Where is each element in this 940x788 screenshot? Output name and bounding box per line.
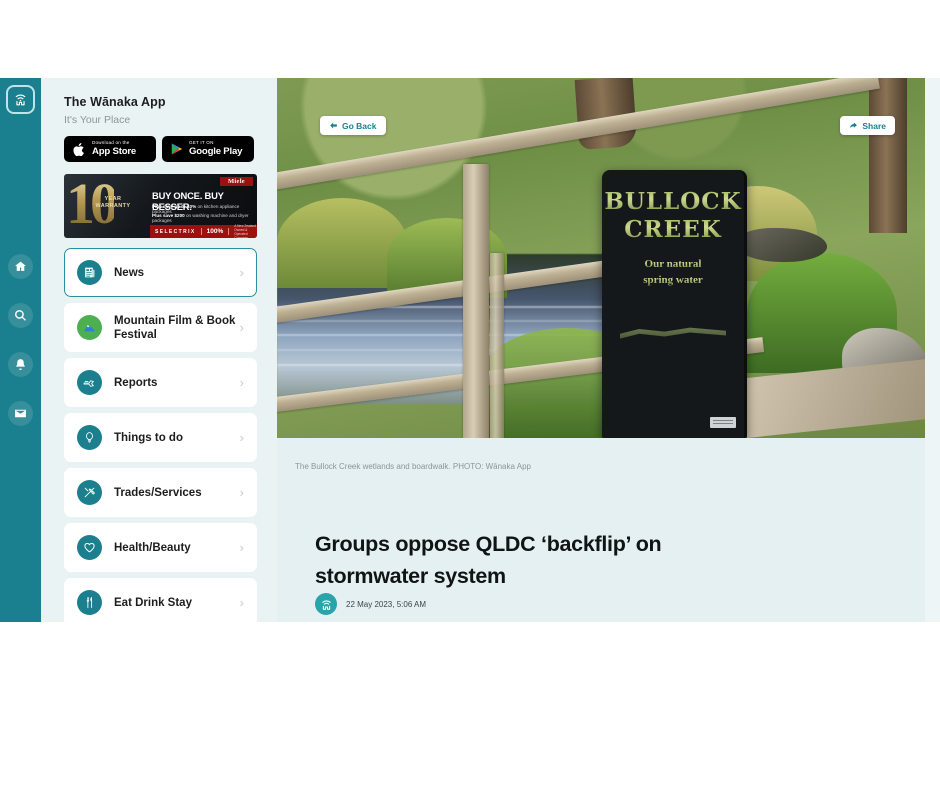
go-back-button[interactable]: Go Back — [320, 116, 386, 135]
ad-retailer-name: SELECTRIX — [155, 228, 196, 235]
chevron-right-icon: › — [239, 320, 244, 335]
sign-line-1: BULLOCK — [602, 188, 744, 215]
browser-viewport: The Wānaka App It's Your Place Download … — [0, 78, 940, 622]
tools-icon — [77, 480, 102, 505]
image-caption: The Bullock Creek wetlands and boardwalk… — [295, 462, 531, 471]
store-badges: Download on the App Store GET IT ON Goog… — [64, 136, 254, 162]
chevron-right-icon: › — [239, 485, 244, 500]
app-store-badge[interactable]: Download on the App Store — [64, 136, 156, 162]
rail-item-home[interactable] — [8, 254, 33, 279]
sidebar: The Wānaka App It's Your Place Download … — [41, 78, 277, 622]
sidebar-item-label: News — [114, 266, 145, 279]
sidebar-item-mountain-film-book-festival[interactable]: Mountain Film & Book Festival › — [64, 303, 257, 352]
wanaka-app-logo[interactable] — [6, 85, 35, 114]
article-content: BULLOCK CREEK Our natural spring water G… — [277, 78, 940, 622]
share-label: Share — [862, 120, 886, 131]
app-tagline: It's Your Place — [64, 114, 131, 126]
sidebar-item-label: Mountain Film & Book Festival — [114, 314, 236, 341]
arrow-left-icon — [330, 122, 337, 129]
balloon-icon — [77, 425, 102, 450]
article-hero-image: BULLOCK CREEK Our natural spring water G… — [277, 78, 925, 438]
ad-retailer-strip: SELECTRIX 100% A New Zealand Owned & Ope… — [150, 223, 257, 239]
sign-wave-cutout — [620, 327, 726, 339]
wanaka-app-avatar — [315, 593, 337, 615]
railing-post — [490, 253, 504, 438]
sign-line-4: spring water — [602, 274, 744, 286]
sidebar-item-eat-drink-stay[interactable]: Eat Drink Stay › — [64, 578, 257, 622]
plane-icon — [77, 370, 102, 395]
ad-brand-logo: Miele — [219, 177, 253, 186]
sidebar-menu: News › Mountain Film & Book Festival › R… — [64, 248, 257, 622]
sidebar-item-things-to-do[interactable]: Things to do › — [64, 413, 257, 462]
newspaper-icon — [77, 260, 102, 285]
ad-retailer-mark: 100% — [200, 228, 230, 235]
share-arrow-icon — [850, 122, 858, 129]
chevron-right-icon: › — [239, 540, 244, 555]
app-title: The Wānaka App — [64, 95, 166, 109]
rail-item-notifications[interactable] — [8, 352, 33, 377]
rail-item-messages[interactable] — [8, 401, 33, 426]
chevron-right-icon: › — [239, 265, 244, 280]
rock — [737, 228, 827, 262]
google-play-big: Google Play — [189, 146, 243, 157]
mountain-icon — [77, 315, 102, 340]
app-store-big: App Store — [92, 146, 137, 157]
sign-plaque — [710, 417, 736, 428]
sidebar-item-label: Eat Drink Stay — [114, 596, 192, 609]
left-icon-rail — [0, 78, 41, 622]
ad-warranty-text: YEAR WARRANTY — [95, 196, 131, 209]
rail-item-search[interactable] — [8, 303, 33, 328]
chevron-right-icon: › — [239, 375, 244, 390]
bullock-creek-sign: BULLOCK CREEK Our natural spring water — [602, 170, 747, 438]
sidebar-item-health-beauty[interactable]: Health/Beauty › — [64, 523, 257, 572]
sidebar-item-label: Things to do — [114, 431, 183, 444]
article-date: 22 May 2023, 5:06 AM — [346, 599, 427, 609]
sign-line-3: Our natural — [602, 258, 744, 270]
go-back-label: Go Back — [342, 120, 377, 131]
chevron-right-icon: › — [239, 595, 244, 610]
sidebar-item-reports[interactable]: Reports › — [64, 358, 257, 407]
google-play-badge[interactable]: GET IT ON Google Play — [162, 136, 254, 162]
sidebar-item-label: Reports — [114, 376, 158, 389]
ad-offer-2: Plus save $200 on washing machine and dr… — [152, 213, 249, 223]
sidebar-item-label: Trades/Services — [114, 486, 202, 499]
sign-line-2: CREEK — [602, 216, 744, 243]
apple-icon — [72, 142, 87, 157]
home-icon — [15, 261, 26, 271]
railing-post — [463, 164, 489, 438]
advertisement-banner[interactable]: 10 YEAR WARRANTY Miele BUY ONCE. BUY BES… — [64, 174, 257, 238]
article-headline: Groups oppose QLDC ‘backflip’ on stormwa… — [315, 532, 662, 589]
content-right-gutter — [925, 78, 940, 622]
heart-icon — [77, 535, 102, 560]
search-icon — [15, 310, 26, 321]
share-button[interactable]: Share — [840, 116, 895, 135]
chevron-right-icon: › — [239, 430, 244, 445]
google-play-icon — [170, 142, 184, 156]
ad-retailer-note: A New Zealand Owned & Operated Company — [234, 223, 256, 239]
sidebar-item-news[interactable]: News › — [64, 248, 257, 297]
cutlery-icon — [77, 590, 102, 615]
mail-icon — [15, 409, 26, 418]
sidebar-item-label: Health/Beauty — [114, 541, 191, 554]
bell-icon — [16, 359, 25, 370]
sidebar-item-trades-services[interactable]: Trades/Services › — [64, 468, 257, 517]
tree-trunk — [869, 78, 907, 233]
article-byline: 22 May 2023, 5:06 AM — [315, 593, 426, 615]
